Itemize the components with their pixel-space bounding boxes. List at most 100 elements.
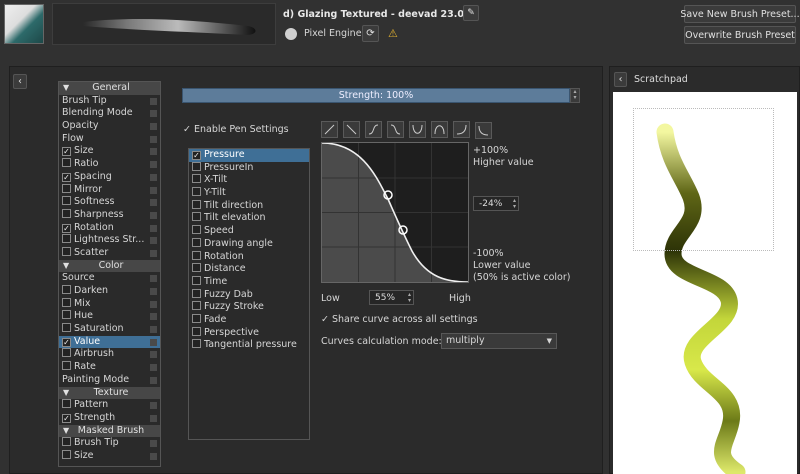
- option-item[interactable]: Brush Tip: [59, 437, 160, 450]
- option-checkbox[interactable]: [62, 449, 71, 459]
- curve-s-up-icon[interactable]: [365, 121, 382, 138]
- curve-concave-icon[interactable]: [475, 122, 492, 139]
- edit-name-button[interactable]: ✎: [463, 5, 479, 21]
- option-item[interactable]: ✓ Rotation: [59, 222, 160, 235]
- option-checkbox[interactable]: [62, 246, 71, 256]
- collapse-left-button[interactable]: ‹: [13, 74, 27, 89]
- curve-convex-icon[interactable]: [453, 121, 470, 138]
- save-new-preset-button[interactable]: Save New Brush Preset...: [680, 5, 800, 23]
- sensor-checkbox[interactable]: [192, 313, 201, 323]
- option-checkbox[interactable]: [62, 158, 71, 168]
- option-item[interactable]: Mirror: [59, 183, 160, 197]
- option-item[interactable]: ✓ Strength: [59, 412, 160, 425]
- option-item[interactable]: Softness: [59, 196, 160, 209]
- option-item[interactable]: Airbrush: [59, 348, 160, 361]
- scratchpad-canvas[interactable]: [613, 92, 797, 474]
- option-item[interactable]: Opacity: [59, 120, 160, 133]
- sensor-checkbox[interactable]: [192, 161, 201, 171]
- option-checkbox[interactable]: [62, 234, 71, 244]
- option-item[interactable]: ✓ Spacing: [59, 171, 160, 184]
- curve-linear-up-icon[interactable]: [321, 121, 338, 138]
- option-item[interactable]: Lightness Str...: [59, 234, 160, 247]
- option-checkbox[interactable]: [62, 310, 71, 320]
- sensor-item[interactable]: Perspective: [189, 326, 309, 340]
- sensor-item[interactable]: Fuzzy Stroke: [189, 301, 309, 314]
- option-checkbox[interactable]: [62, 196, 71, 206]
- sensor-checkbox[interactable]: [192, 339, 201, 349]
- collapse-scratchpad-button[interactable]: ‹: [614, 72, 627, 87]
- sensor-item[interactable]: Distance: [189, 263, 309, 276]
- sensor-item[interactable]: Speed: [189, 225, 309, 238]
- sensor-item[interactable]: X-Tilt: [189, 174, 309, 187]
- option-checkbox[interactable]: ✓: [62, 172, 71, 182]
- option-category-header[interactable]: ▼ Texture: [59, 386, 160, 400]
- option-category-header[interactable]: ▼ Masked Brush: [59, 424, 160, 438]
- sensor-item[interactable]: Tilt elevation: [189, 212, 309, 225]
- option-category-header[interactable]: ▼ Color: [59, 259, 160, 273]
- sensor-checkbox[interactable]: [192, 326, 201, 336]
- sensor-item[interactable]: Time: [189, 275, 309, 289]
- sensor-checkbox[interactable]: [192, 212, 201, 222]
- sensor-item[interactable]: ✓ Pressure: [189, 149, 309, 162]
- option-item[interactable]: ✓ Size: [59, 145, 160, 158]
- option-item[interactable]: Darken: [59, 285, 160, 298]
- curve-offset-spinbox[interactable]: -24% ▴ ▾: [473, 196, 519, 211]
- option-item[interactable]: Scatter: [59, 246, 160, 260]
- sensor-checkbox[interactable]: [192, 263, 201, 273]
- option-checkbox[interactable]: [62, 323, 71, 333]
- option-checkbox[interactable]: [62, 361, 71, 371]
- option-item[interactable]: Blending Mode: [59, 107, 160, 120]
- option-item[interactable]: Brush Tip: [59, 95, 160, 108]
- strength-spinner[interactable]: ▴ ▾: [570, 88, 580, 103]
- sensor-item[interactable]: Y-Tilt: [189, 187, 309, 200]
- sensor-checkbox[interactable]: [192, 237, 201, 247]
- sensor-item[interactable]: Fade: [189, 313, 309, 327]
- sensor-item[interactable]: Drawing angle: [189, 237, 309, 251]
- sensor-checkbox[interactable]: [192, 275, 201, 285]
- option-item[interactable]: Ratio: [59, 158, 160, 171]
- share-curve-checkbox[interactable]: ✓ Share curve across all settings: [321, 314, 478, 325]
- sensor-checkbox[interactable]: [192, 225, 201, 235]
- option-item[interactable]: Saturation: [59, 323, 160, 336]
- option-checkbox[interactable]: [62, 437, 71, 447]
- sensor-checkbox[interactable]: [192, 288, 201, 298]
- sensor-item[interactable]: Fuzzy Dab: [189, 288, 309, 302]
- sensor-checkbox[interactable]: ✓: [192, 151, 201, 160]
- option-checkbox[interactable]: ✓: [62, 223, 71, 233]
- option-checkbox[interactable]: ✓: [62, 413, 71, 423]
- sensor-item[interactable]: PressureIn: [189, 161, 309, 175]
- overwrite-preset-button[interactable]: Overwrite Brush Preset: [684, 26, 796, 44]
- option-checkbox[interactable]: ✓: [62, 337, 71, 347]
- reload-preset-button[interactable]: ⟳: [362, 25, 379, 42]
- option-item[interactable]: Sharpness: [59, 208, 160, 222]
- sensor-checkbox[interactable]: [192, 174, 201, 184]
- curve-u-icon[interactable]: [409, 121, 426, 138]
- option-category-header[interactable]: ▼ General: [59, 82, 160, 95]
- curve-s-down-icon[interactable]: [387, 121, 404, 138]
- curve-input-spinbox[interactable]: 55% ▴ ▾: [369, 290, 414, 305]
- strength-slider[interactable]: Strength: 100%: [182, 88, 570, 103]
- sensor-item[interactable]: Rotation: [189, 250, 309, 264]
- spin-arrows-icon[interactable]: ▴ ▾: [408, 292, 411, 304]
- sensor-item[interactable]: Tangential pressure: [189, 339, 309, 352]
- sensor-checkbox[interactable]: [192, 250, 201, 260]
- sensor-checkbox[interactable]: [192, 187, 201, 197]
- sensor-checkbox[interactable]: [192, 301, 201, 311]
- spin-arrows-icon[interactable]: ▴ ▾: [513, 198, 516, 210]
- curve-linear-down-icon[interactable]: [343, 121, 360, 138]
- option-item[interactable]: Pattern: [59, 399, 160, 412]
- option-item[interactable]: Source: [59, 272, 160, 285]
- option-checkbox[interactable]: [62, 399, 71, 409]
- sensor-checkbox[interactable]: [192, 199, 201, 209]
- option-item[interactable]: Mix: [59, 297, 160, 311]
- option-checkbox[interactable]: [62, 208, 71, 218]
- curve-editor[interactable]: [321, 142, 469, 283]
- option-checkbox[interactable]: [62, 348, 71, 358]
- curves-mode-select[interactable]: multiply ▼: [441, 333, 557, 349]
- option-item[interactable]: Hue: [59, 310, 160, 323]
- option-checkbox[interactable]: ✓: [62, 147, 71, 157]
- option-item[interactable]: Rate: [59, 361, 160, 374]
- option-item[interactable]: ✓ Value: [59, 335, 160, 349]
- enable-pen-settings-checkbox[interactable]: ✓ Enable Pen Settings: [183, 124, 289, 135]
- option-item[interactable]: Painting Mode: [59, 374, 160, 387]
